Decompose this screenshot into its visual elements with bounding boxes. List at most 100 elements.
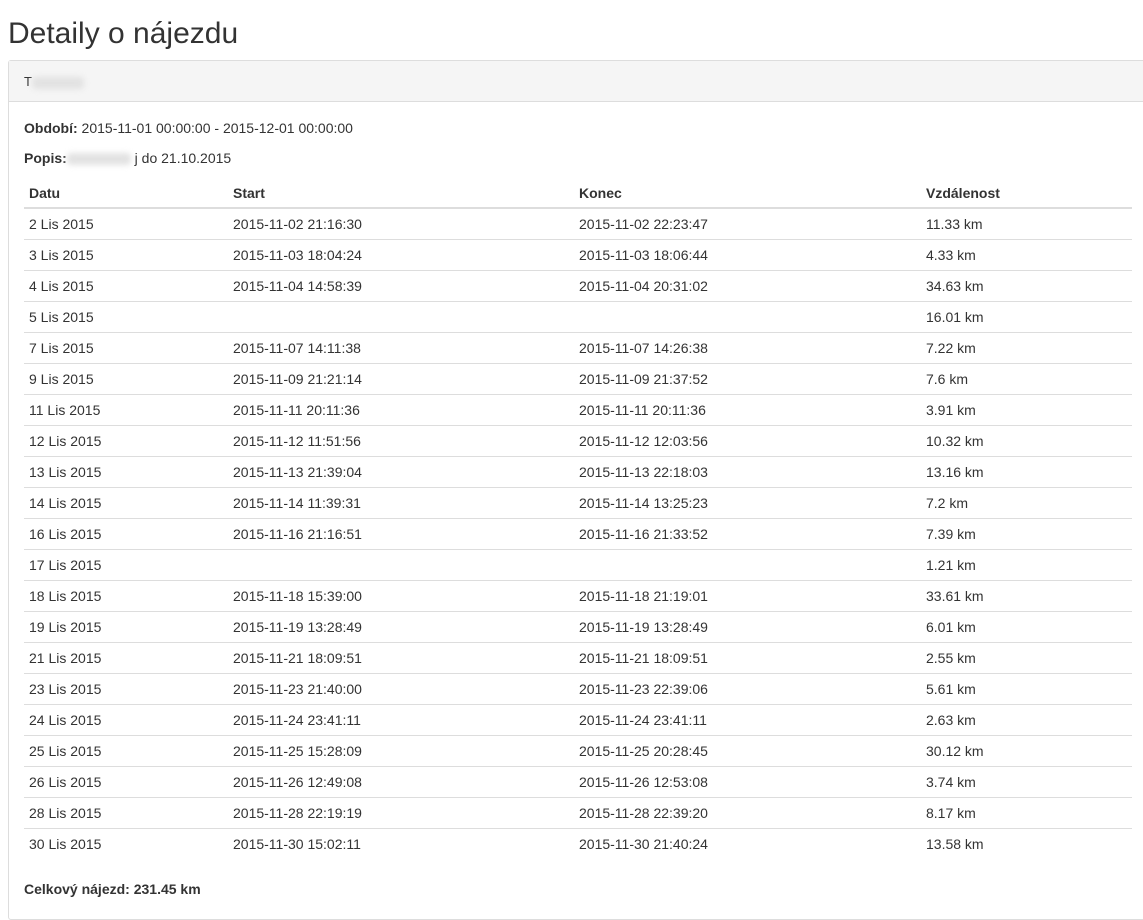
header-distance: Vzdálenost (921, 178, 1132, 209)
cell-date: 7 Lis 2015 (24, 332, 228, 364)
cell-end: 2015-11-02 22:23:47 (574, 208, 921, 240)
cell-end: 2015-11-25 20:28:45 (574, 735, 921, 767)
cell-date: 30 Lis 2015 (29, 836, 102, 852)
total-value: 231.45 km (133, 881, 201, 897)
description-value: j do 21.10.2015 (134, 150, 232, 166)
table-row: 17 Lis 2015 1.21 km (24, 549, 1132, 581)
cell-end (574, 549, 921, 581)
cell-distance: 16.01 km (921, 301, 1132, 333)
cell-start: 2015-11-30 15:02:11 (233, 836, 361, 852)
cell-start: 2015-11-21 18:09:51 (228, 642, 574, 674)
description-line: Popis: j do 21.10.2015 (24, 150, 231, 166)
table-row: 30 Lis 2015 2015-11-30 15:02:11 2015-11-30… (24, 829, 1132, 860)
trips-table: Datu Start Konec Vzdálenost 2 Lis 2015 20… (24, 178, 1132, 859)
cell-start: 2015-11-26 12:49:08 (228, 766, 574, 798)
cell-end: 2015-11-16 21:33:52 (574, 518, 921, 550)
cell-end: 2015-11-24 23:41:11 (574, 704, 921, 736)
table-body: 2 Lis 2015 2015-11-02 21:16:30 2015-11-02 … (24, 208, 1132, 859)
table-row: 2 Lis 2015 2015-11-02 21:16:30 2015-11-02 … (24, 208, 1132, 240)
cell-distance: 7.6 km (921, 363, 1132, 395)
cell-date: 23 Lis 2015 (24, 673, 228, 705)
cell-date: 11 Lis 2015 (24, 394, 228, 426)
cell-start: 2015-11-28 22:19:19 (228, 797, 574, 829)
cell-distance: 1.21 km (921, 549, 1132, 581)
table-row: 25 Lis 2015 2015-11-25 15:28:09 2015-11-25… (24, 735, 1132, 767)
cell-distance: 7.39 km (921, 518, 1132, 550)
cell-start: 2015-11-24 23:41:11 (228, 704, 574, 736)
cell-end: 2015-11-30 21:40:24 (579, 836, 708, 852)
redacted-description-text (66, 153, 131, 166)
cell-distance: 5.61 km (921, 673, 1132, 705)
header-end: Konec (574, 178, 921, 209)
table-row: 21 Lis 2015 2015-11-21 18:09:51 2015-11-21… (24, 642, 1132, 674)
period-value: 2015-11-01 00:00:00 - 2015-12-01 00:00:0… (81, 120, 353, 136)
cell-date: 2 Lis 2015 (24, 208, 228, 240)
table-row: 23 Lis 2015 2015-11-23 21:40:00 2015-11-23… (24, 673, 1132, 705)
cell-distance: 33.61 km (921, 580, 1132, 612)
cell-distance: 2.63 km (921, 704, 1132, 736)
table-row: 7 Lis 2015 2015-11-07 14:11:38 2015-11-07 … (24, 332, 1132, 364)
cell-date: 12 Lis 2015 (24, 425, 228, 457)
cell-end: 2015-11-07 14:26:38 (574, 332, 921, 364)
cell-date: 19 Lis 2015 (24, 611, 228, 643)
cell-date: 28 Lis 2015 (24, 797, 228, 829)
cell-start: 2015-11-18 15:39:00 (228, 580, 574, 612)
cell-date: 26 Lis 2015 (24, 766, 228, 798)
cell-end: 2015-11-11 20:11:36 (574, 394, 921, 426)
cell-distance: 13.16 km (921, 456, 1132, 488)
panel-heading: T (9, 61, 1143, 102)
table-row: 4 Lis 2015 2015-11-04 14:58:39 2015-11-04 … (24, 270, 1132, 302)
cell-start: 2015-11-04 14:58:39 (228, 270, 574, 302)
table-header-row: Datu Start Konec Vzdálenost (24, 178, 1132, 209)
period-line: Období: 2015-11-01 00:00:00 - 2015-12-01… (24, 120, 353, 136)
cell-date: 5 Lis 2015 (24, 301, 228, 333)
table-row: 26 Lis 2015 2015-11-26 12:49:08 2015-11-26… (24, 766, 1132, 798)
cell-distance: 2.55 km (921, 642, 1132, 674)
cell-distance: 10.32 km (921, 425, 1132, 457)
description-label: Popis: (24, 150, 67, 166)
cell-distance: 30.12 km (921, 735, 1132, 767)
cell-end: 2015-11-23 22:39:06 (574, 673, 921, 705)
period-label: Období: (24, 120, 78, 136)
table-row: 3 Lis 2015 2015-11-03 18:04:24 2015-11-03 … (24, 239, 1132, 271)
cell-end: 2015-11-18 21:19:01 (574, 580, 921, 612)
cell-date: 14 Lis 2015 (24, 487, 228, 519)
cell-end: 2015-11-19 13:28:49 (574, 611, 921, 643)
header-start: Start (228, 178, 574, 209)
table-row: 18 Lis 2015 2015-11-18 15:39:00 2015-11-18… (24, 580, 1132, 612)
table-row: 12 Lis 2015 2015-11-12 11:51:56 2015-11-12… (24, 425, 1132, 457)
table-row: 5 Lis 2015 16.01 km (24, 301, 1132, 333)
cell-distance: 6.01 km (921, 611, 1132, 643)
cell-start (228, 549, 574, 581)
redacted-heading-text (31, 76, 84, 89)
cell-date: 13 Lis 2015 (24, 456, 228, 488)
table-row: 13 Lis 2015 2015-11-13 21:39:04 2015-11-13… (24, 456, 1132, 488)
cell-start: 2015-11-09 21:21:14 (228, 363, 574, 395)
cell-start (228, 301, 574, 333)
total-distance: Celkový nájezd: 231.45 km (24, 881, 201, 897)
cell-start: 2015-11-25 15:28:09 (228, 735, 574, 767)
cell-distance: 13.58 km (926, 836, 984, 852)
cell-start: 2015-11-11 20:11:36 (228, 394, 574, 426)
cell-distance: 3.74 km (921, 766, 1132, 798)
cell-start: 2015-11-14 11:39:31 (228, 487, 574, 519)
cell-distance: 34.63 km (921, 270, 1132, 302)
cell-date: 24 Lis 2015 (24, 704, 228, 736)
cell-date: 4 Lis 2015 (24, 270, 228, 302)
cell-date: 25 Lis 2015 (24, 735, 228, 767)
cell-date: 17 Lis 2015 (24, 549, 228, 581)
cell-distance: 7.22 km (921, 332, 1132, 364)
page-title: Detaily o nájezdu (8, 17, 239, 50)
cell-end: 2015-11-03 18:06:44 (574, 239, 921, 271)
cell-start: 2015-11-16 21:16:51 (228, 518, 574, 550)
cell-distance: 7.2 km (921, 487, 1132, 519)
cell-start: 2015-11-07 14:11:38 (228, 332, 574, 364)
cell-end: 2015-11-21 18:09:51 (574, 642, 921, 674)
table-row: 16 Lis 2015 2015-11-16 21:16:51 2015-11-16… (24, 518, 1132, 550)
cell-end: 2015-11-09 21:37:52 (574, 363, 921, 395)
cell-date: 9 Lis 2015 (24, 363, 228, 395)
cell-distance: 8.17 km (921, 797, 1132, 829)
trip-details-panel: T Období: 2015-11-01 00:00:00 - 2015-12-… (8, 60, 1143, 920)
cell-date: 3 Lis 2015 (24, 239, 228, 271)
cell-date: 18 Lis 2015 (24, 580, 228, 612)
